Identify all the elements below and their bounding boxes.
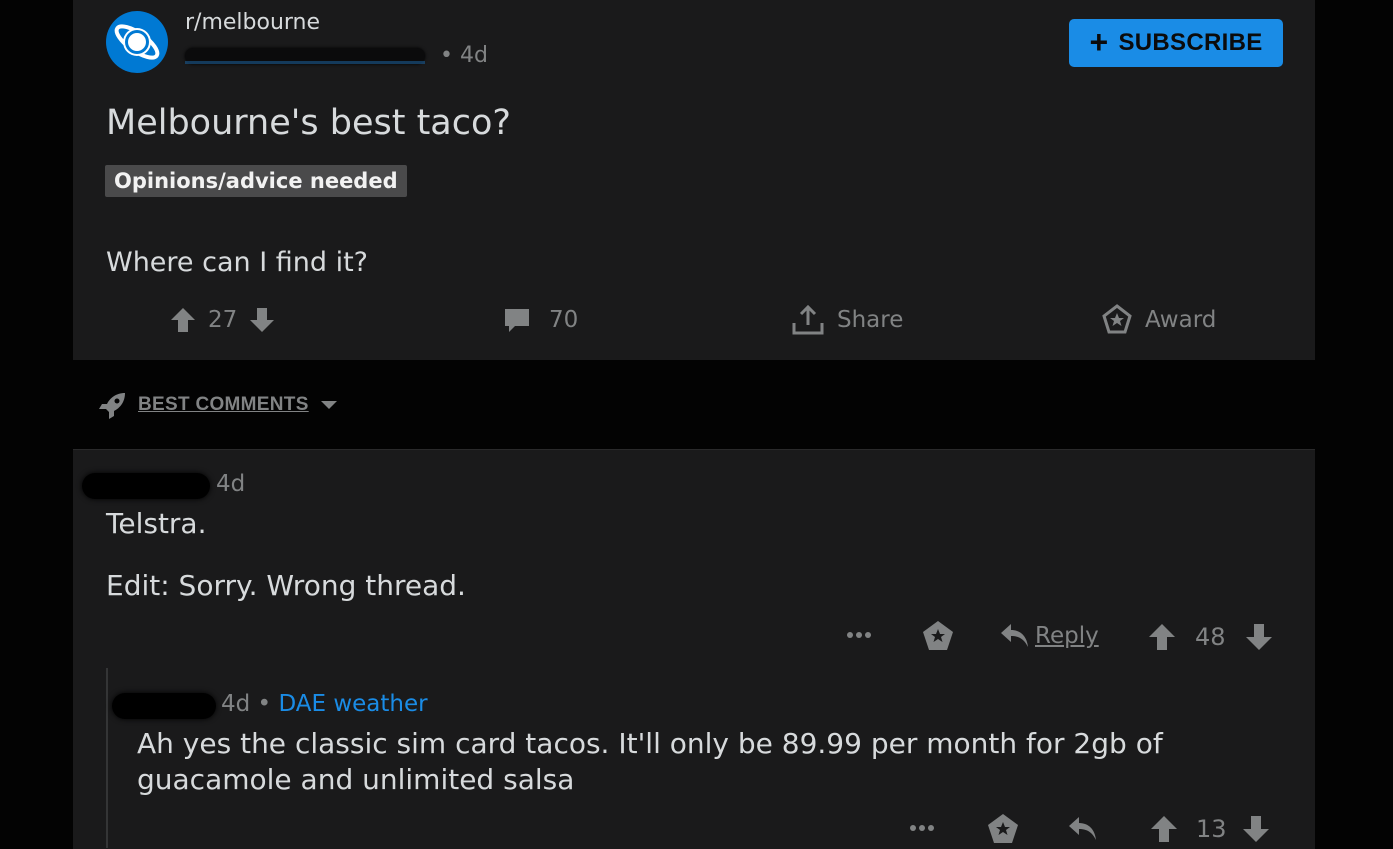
comment-text-line: Telstra. <box>106 507 207 540</box>
post-title[interactable]: Melbourne's best taco? <box>106 103 511 143</box>
reply-separator: • <box>257 691 272 717</box>
post-body: Where can I find it? <box>106 247 369 278</box>
comment-age: 4d <box>216 471 246 497</box>
comment-text-line: guacamole and unlimited salsa <box>137 763 575 796</box>
post-age: 4d <box>459 43 488 68</box>
thread-line[interactable] <box>106 668 108 848</box>
post-flair[interactable]: Opinions/advice needed <box>105 165 407 197</box>
more-dots-icon[interactable] <box>846 630 874 640</box>
plus-icon: + <box>1089 23 1109 60</box>
upvote-icon[interactable] <box>1148 622 1176 652</box>
user-flair: DAE weather <box>278 691 428 717</box>
award-icon[interactable] <box>986 812 1020 846</box>
upvote-icon[interactable] <box>1150 814 1178 844</box>
upvote-icon[interactable] <box>170 306 196 334</box>
share-icon <box>792 304 824 335</box>
reply-age: 4d <box>221 691 251 717</box>
subscribe-label: SUBSCRIBE <box>1118 29 1263 56</box>
reddit-planet-icon <box>114 24 160 60</box>
subreddit-name[interactable]: r/melbourne <box>185 10 320 35</box>
downvote-icon[interactable] <box>1245 622 1273 652</box>
reply-arrow-icon[interactable] <box>1067 815 1099 843</box>
award-icon <box>1102 304 1132 334</box>
caret-down-icon[interactable] <box>319 399 339 411</box>
comments-button[interactable]: 70 <box>503 300 578 340</box>
sort-label[interactable]: BEST COMMENTS <box>138 394 309 416</box>
subreddit-avatar[interactable] <box>106 11 168 73</box>
rocket-icon <box>99 393 125 419</box>
redacted-username <box>112 693 216 719</box>
share-button[interactable]: Share <box>791 300 903 340</box>
comment-text-line: Edit: Sorry. Wrong thread. <box>106 569 466 602</box>
post-score: 27 <box>208 307 238 333</box>
reply-button[interactable]: Reply <box>1035 623 1099 649</box>
redacted-username <box>82 473 210 499</box>
post-vote-bar: 27 <box>170 300 275 340</box>
downvote-icon[interactable] <box>1242 814 1270 844</box>
downvote-icon[interactable] <box>249 306 275 334</box>
comment-icon <box>505 309 529 332</box>
award-button[interactable]: Award <box>1101 300 1216 340</box>
comment-score: 13 <box>1196 815 1227 843</box>
comment-text-line: Ah yes the classic sim card tacos. It'll… <box>137 727 1163 760</box>
reply-arrow-icon[interactable] <box>999 622 1031 650</box>
more-dots-icon[interactable] <box>909 823 937 833</box>
comment-count: 70 <box>549 307 579 333</box>
subscribe-button[interactable]: + SUBSCRIBE <box>1069 19 1283 67</box>
share-label: Share <box>837 307 904 333</box>
post-separator: • <box>440 43 453 68</box>
post-meta: • 4d <box>185 43 488 68</box>
reply-meta: 4d • DAE weather <box>221 691 428 717</box>
award-icon[interactable] <box>921 619 955 653</box>
comment-score: 48 <box>1195 623 1226 651</box>
redacted-username <box>185 48 425 64</box>
comment-sort-bar[interactable]: BEST COMMENTS <box>98 390 339 420</box>
award-label: Award <box>1145 307 1217 333</box>
